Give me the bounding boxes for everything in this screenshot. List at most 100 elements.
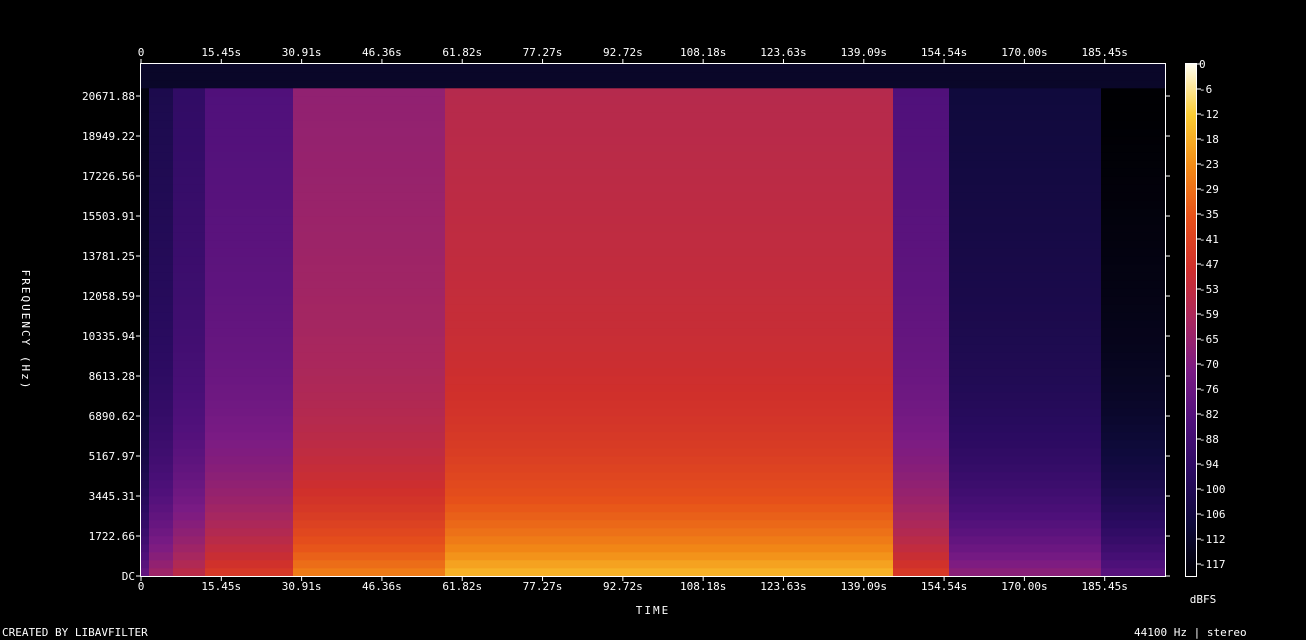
spectrogram-cell bbox=[325, 232, 334, 241]
spectrogram-cell bbox=[741, 144, 750, 153]
spectrogram-cell bbox=[181, 392, 190, 401]
spectrogram-cell bbox=[469, 456, 478, 465]
spectrogram-cell bbox=[365, 296, 374, 305]
spectrogram-cell bbox=[693, 176, 702, 185]
spectrogram-cell bbox=[629, 432, 638, 441]
spectrogram-cell bbox=[381, 368, 390, 377]
spectrogram-cell bbox=[645, 560, 654, 569]
spectrogram-cell bbox=[333, 312, 342, 321]
spectrogram-cell bbox=[389, 488, 398, 497]
spectrogram-cell bbox=[149, 312, 158, 321]
spectrogram-cell bbox=[605, 368, 614, 377]
spectrogram-cell bbox=[213, 424, 222, 433]
spectrogram-cell bbox=[453, 176, 462, 185]
spectrogram-cell bbox=[301, 312, 310, 321]
spectrogram-cell bbox=[549, 280, 558, 289]
spectrogram-cell bbox=[613, 408, 622, 417]
spectrogram-cell bbox=[341, 104, 350, 113]
spectrogram-cell bbox=[485, 192, 494, 201]
spectrogram-cell bbox=[533, 112, 542, 121]
spectrogram-cell bbox=[541, 200, 550, 209]
spectrogram-cell bbox=[485, 480, 494, 489]
spectrogram-cell bbox=[477, 360, 486, 369]
spectrogram-cell bbox=[301, 320, 310, 329]
spectrogram-cell bbox=[733, 248, 742, 257]
spectrogram-cell bbox=[509, 392, 518, 401]
spectrogram-cell bbox=[253, 144, 262, 153]
spectrogram-cell bbox=[581, 568, 590, 577]
spectrogram-cell bbox=[317, 456, 326, 465]
spectrogram-cell bbox=[693, 200, 702, 209]
spectrogram-cell bbox=[189, 176, 198, 185]
spectrogram-cell bbox=[389, 88, 398, 97]
spectrogram-cell bbox=[141, 336, 150, 345]
spectrogram-cell bbox=[213, 104, 222, 113]
spectrogram-cell bbox=[325, 200, 334, 209]
spectrogram-cell bbox=[165, 80, 174, 89]
spectrogram-cell bbox=[589, 72, 598, 81]
spectrogram-cell bbox=[717, 336, 726, 345]
spectrogram-cell bbox=[405, 176, 414, 185]
spectrogram-cell bbox=[189, 568, 198, 577]
spectrogram-cell bbox=[205, 136, 214, 145]
spectrogram-cell bbox=[445, 400, 454, 409]
spectrogram-cell bbox=[397, 464, 406, 473]
spectrogram-cell bbox=[181, 456, 190, 465]
spectrogram-cell bbox=[365, 256, 374, 265]
spectrogram-cell bbox=[469, 520, 478, 529]
spectrogram-cell bbox=[237, 376, 246, 385]
spectrogram-cell bbox=[573, 80, 582, 89]
spectrogram-cell bbox=[205, 480, 214, 489]
spectrogram-cell bbox=[485, 408, 494, 417]
spectrogram-cell bbox=[213, 536, 222, 545]
spectrogram-cell bbox=[341, 176, 350, 185]
spectrogram-cell bbox=[325, 448, 334, 457]
spectrogram-cell bbox=[365, 216, 374, 225]
spectrogram-cell bbox=[165, 528, 174, 537]
spectrogram-cell bbox=[629, 544, 638, 553]
spectrogram-cell bbox=[285, 120, 294, 129]
spectrogram-cell bbox=[381, 544, 390, 553]
spectrogram-cell bbox=[381, 240, 390, 249]
spectrogram-cell bbox=[469, 208, 478, 217]
spectrogram-cell bbox=[605, 184, 614, 193]
spectrogram-cell bbox=[629, 400, 638, 409]
spectrogram-cell bbox=[469, 304, 478, 313]
spectrogram-cell bbox=[381, 96, 390, 105]
spectrogram-cell bbox=[693, 248, 702, 257]
spectrogram-cell bbox=[141, 328, 150, 337]
spectrogram-cell bbox=[517, 256, 526, 265]
spectrogram-cell bbox=[341, 280, 350, 289]
spectrogram-cell bbox=[597, 72, 606, 81]
spectrogram-cell bbox=[229, 152, 238, 161]
spectrogram-cell bbox=[525, 80, 534, 89]
spectrogram-cell bbox=[189, 240, 198, 249]
spectrogram-cell bbox=[173, 168, 182, 177]
spectrogram-cell bbox=[293, 304, 302, 313]
spectrogram-cell bbox=[557, 384, 566, 393]
spectrogram-cell bbox=[701, 352, 710, 361]
spectrogram-cell bbox=[341, 336, 350, 345]
spectrogram-cell bbox=[757, 184, 766, 193]
spectrogram-cell bbox=[525, 504, 534, 513]
spectrogram-cell bbox=[565, 424, 574, 433]
spectrogram-cell bbox=[725, 504, 734, 513]
spectrogram-cell bbox=[573, 352, 582, 361]
spectrogram-cell bbox=[317, 544, 326, 553]
spectrogram-cell bbox=[237, 200, 246, 209]
spectrogram-cell bbox=[349, 96, 358, 105]
spectrogram-cell bbox=[173, 216, 182, 225]
spectrogram-cell bbox=[573, 464, 582, 473]
spectrogram-cell bbox=[645, 408, 654, 417]
spectrogram-cell bbox=[293, 392, 302, 401]
spectrogram-cell bbox=[373, 184, 382, 193]
spectrogram-cell bbox=[709, 192, 718, 201]
spectrogram-cell bbox=[421, 408, 430, 417]
spectrogram-cell bbox=[349, 488, 358, 497]
spectrogram-cell bbox=[717, 440, 726, 449]
spectrogram-cell bbox=[677, 400, 686, 409]
spectrogram-cell bbox=[405, 280, 414, 289]
spectrogram-cell bbox=[525, 376, 534, 385]
spectrogram-cell bbox=[445, 216, 454, 225]
spectrogram-cell bbox=[397, 104, 406, 113]
